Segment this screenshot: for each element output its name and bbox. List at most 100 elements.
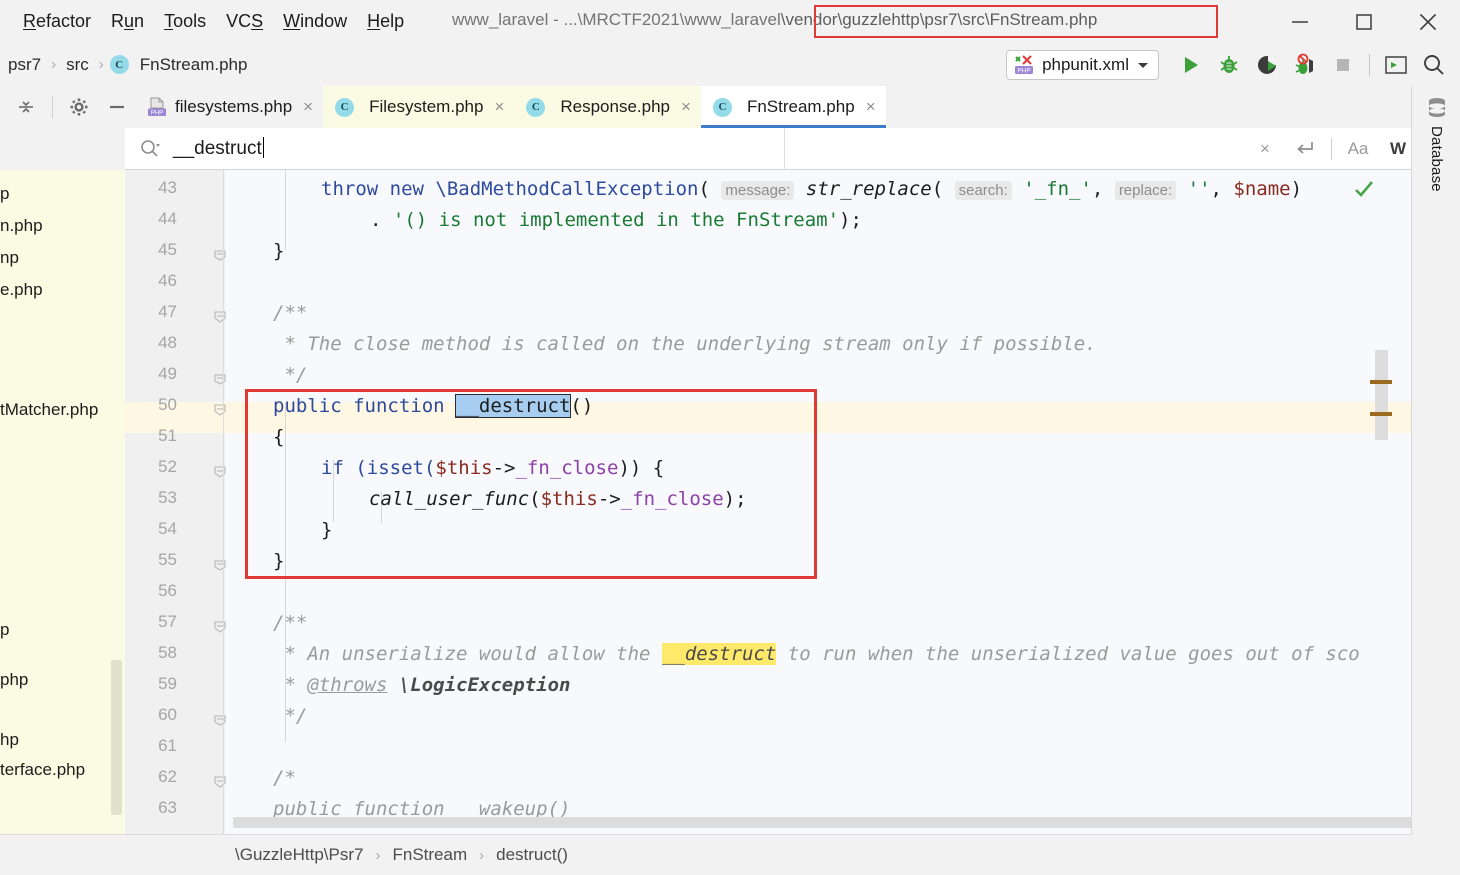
tab-list: PHP filesystems.php × C Filesystem.php ×… bbox=[135, 86, 886, 128]
search-icon bbox=[1424, 54, 1444, 75]
project-file-item[interactable]: terface.php bbox=[0, 760, 85, 780]
line-number: 45 bbox=[158, 240, 177, 259]
tab-label: FnStream.php bbox=[746, 97, 855, 116]
tab-close-icon[interactable]: × bbox=[494, 97, 504, 117]
stop-button[interactable] bbox=[1325, 48, 1361, 82]
tab-fnstream-php[interactable]: C FnStream.php × bbox=[700, 86, 886, 128]
editor-gutter[interactable]: 43 44 45 46 47 48 49 50 51 52 53 54 55 5… bbox=[125, 170, 226, 835]
maximize-button[interactable] bbox=[1332, 0, 1396, 43]
tab-filesystem-php[interactable]: C Filesystem.php × bbox=[323, 86, 515, 128]
debug-disabled-button[interactable] bbox=[1287, 48, 1323, 82]
line-number: 44 bbox=[158, 209, 177, 228]
title-bar: Refactor Run Tools VCS Window Help www_l… bbox=[0, 0, 1460, 43]
breadcrumb-item-file[interactable]: FnStream.php bbox=[136, 55, 252, 75]
tool-window-button-database[interactable]: Database bbox=[1412, 86, 1460, 192]
search-dropdown-icon[interactable] bbox=[139, 138, 161, 160]
collapse-all-button[interactable] bbox=[8, 90, 44, 124]
line-number: 48 bbox=[158, 333, 177, 352]
line-number: 55 bbox=[158, 550, 177, 569]
tab-close-icon[interactable]: × bbox=[681, 97, 691, 117]
project-file-item[interactable]: e.php bbox=[0, 280, 43, 300]
run-icon bbox=[1185, 56, 1198, 73]
tab-label: Response.php bbox=[560, 97, 671, 116]
breadcrumb-separator: › bbox=[51, 56, 57, 73]
navigation-bar: psr7 › src › C FnStream.php PHP phpunit.… bbox=[0, 43, 1460, 86]
run-with-coverage-icon bbox=[1258, 55, 1276, 74]
debug-icon bbox=[1220, 55, 1238, 73]
menu-tools[interactable]: Tools bbox=[155, 8, 215, 35]
indent-guide bbox=[285, 170, 286, 250]
structure-crumb-method[interactable]: destruct() bbox=[496, 845, 568, 865]
tab-close-icon[interactable]: × bbox=[303, 97, 313, 117]
tab-response-php[interactable]: C Response.php × bbox=[514, 86, 701, 128]
search-history-button[interactable] bbox=[1285, 128, 1325, 170]
run-with-coverage-button[interactable] bbox=[1249, 48, 1285, 82]
run-button[interactable] bbox=[1173, 48, 1209, 82]
line-number: 52 bbox=[158, 457, 177, 476]
find-bar-controls: × Aa W .* 1/2 bbox=[785, 128, 1460, 169]
run-configuration-name: phpunit.xml bbox=[1042, 54, 1129, 74]
structure-crumb-class[interactable]: FnStream bbox=[393, 845, 468, 865]
line-number: 51 bbox=[158, 426, 177, 445]
structure-crumb-namespace[interactable]: \GuzzleHttp\Psr7 bbox=[235, 845, 364, 865]
debug-button[interactable] bbox=[1211, 48, 1247, 82]
menu-window[interactable]: Window bbox=[274, 8, 356, 35]
doc-tag-throws[interactable]: @throws bbox=[307, 674, 387, 696]
editor-horizontal-scrollbar[interactable] bbox=[233, 817, 1411, 828]
tab-close-icon[interactable]: × bbox=[866, 97, 876, 117]
project-tool-window[interactable]: p n.php np e.php tMatcher.php p php hp t… bbox=[0, 170, 125, 875]
code-line-44: . '() is not implemented in the FnStream… bbox=[370, 209, 862, 231]
search-match-marker[interactable] bbox=[1370, 412, 1392, 416]
project-file-item[interactable]: n.php bbox=[0, 216, 43, 236]
code-line-51: { bbox=[273, 426, 285, 448]
code-line-49: */ bbox=[273, 364, 308, 386]
clear-search-button[interactable]: × bbox=[1245, 128, 1285, 170]
tab-filesystems-php[interactable]: PHP filesystems.php × bbox=[135, 86, 323, 128]
line-number: 63 bbox=[158, 798, 177, 817]
code-editor[interactable]: 43 44 45 46 47 48 49 50 51 52 53 54 55 5… bbox=[125, 170, 1411, 835]
gutter-border bbox=[223, 170, 224, 835]
settings-button[interactable] bbox=[61, 90, 97, 124]
search-everywhere-button[interactable] bbox=[1416, 48, 1452, 82]
project-file-item[interactable]: hp bbox=[0, 730, 19, 750]
menu-vcs[interactable]: VCS bbox=[217, 8, 272, 35]
php-class-icon: C bbox=[526, 97, 546, 117]
breadcrumb-item-psr7[interactable]: psr7 bbox=[4, 55, 45, 75]
collapse-all-icon bbox=[19, 101, 33, 113]
project-file-item[interactable]: p bbox=[0, 184, 9, 204]
menu-run[interactable]: Run bbox=[102, 8, 153, 35]
project-file-item[interactable]: p bbox=[0, 620, 9, 640]
right-tool-stripe: Database bbox=[1411, 86, 1460, 875]
ok-check-icon bbox=[1355, 181, 1373, 197]
project-file-item[interactable]: np bbox=[0, 248, 19, 268]
window-title-prefix: www_laravel - ...\MRCTF2021\www_laravel bbox=[452, 10, 781, 29]
code-line-58: * An unserialize would allow the __destr… bbox=[273, 643, 1360, 665]
run-configuration-selector[interactable]: PHP phpunit.xml bbox=[1006, 49, 1159, 80]
tab-label: filesystems.php bbox=[175, 97, 293, 116]
toolbar-divider bbox=[1369, 53, 1370, 76]
match-case-toggle[interactable]: Aa bbox=[1338, 128, 1378, 170]
editor-vertical-scrollbar[interactable] bbox=[1375, 350, 1388, 440]
search-input[interactable]: __destruct bbox=[125, 127, 785, 170]
close-button[interactable] bbox=[1396, 0, 1460, 43]
hide-button[interactable] bbox=[99, 90, 135, 124]
code-content[interactable]: throw new \BadMethodCallException( messa… bbox=[225, 170, 1411, 835]
minimize-button[interactable] bbox=[1268, 0, 1332, 43]
project-file-item[interactable]: tMatcher.php bbox=[0, 400, 98, 420]
project-file-item[interactable]: php bbox=[0, 670, 28, 690]
code-line-53: call_user_func($this->_fn_close); bbox=[369, 488, 747, 510]
search-match-marker[interactable] bbox=[1370, 380, 1392, 384]
status-bar: \GuzzleHttp\Psr7 › FnStream › destruct() bbox=[0, 835, 1460, 875]
line-number: 54 bbox=[158, 519, 177, 538]
find-divider bbox=[1331, 137, 1332, 160]
menu-refactor[interactable]: Refactor bbox=[14, 8, 100, 35]
menu-help[interactable]: Help bbox=[358, 8, 413, 35]
svg-text:PHP: PHP bbox=[151, 111, 163, 117]
php-class-icon: C bbox=[109, 55, 129, 74]
project-panel-scrollbar[interactable] bbox=[111, 660, 122, 815]
breadcrumb-item-src[interactable]: src bbox=[62, 55, 93, 75]
window-title-path: \vendor\guzzlehttp\psr7\src\FnStream.php bbox=[780, 10, 1098, 29]
line-number: 59 bbox=[158, 674, 177, 693]
open-tool-window-button[interactable] bbox=[1378, 48, 1414, 82]
inspection-status-icon[interactable] bbox=[1353, 178, 1375, 205]
